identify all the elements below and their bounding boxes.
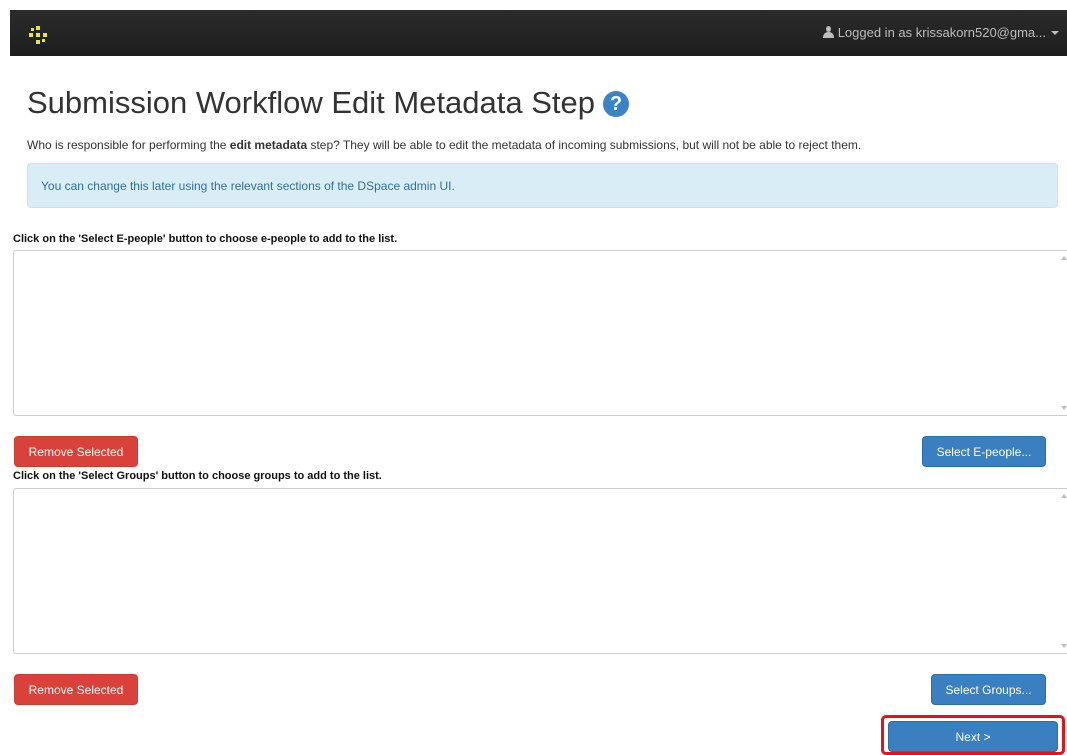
description-suffix: step? They will be able to edit the meta…	[307, 138, 862, 152]
epeople-listbox[interactable]	[13, 250, 1067, 416]
page-description: Who is responsible for performing the ed…	[27, 138, 861, 152]
epeople-scrollbar[interactable]	[1059, 251, 1067, 415]
description-bold: edit metadata	[229, 138, 308, 152]
top-navbar: Logged in as krissakorn520@gma...	[10, 10, 1067, 56]
page-title: Submission Workflow Edit Metadata Step?	[27, 85, 630, 121]
select-epeople-button[interactable]: Select E-people...	[922, 436, 1046, 467]
dspace-logo-icon[interactable]	[29, 26, 47, 44]
user-icon	[822, 26, 834, 38]
next-button[interactable]: Next >	[888, 721, 1058, 752]
caret-down-icon	[1051, 31, 1059, 35]
epeople-instruction: Click on the 'Select E-people' button to…	[13, 233, 398, 245]
groups-listbox[interactable]	[13, 488, 1067, 654]
groups-instruction: Click on the 'Select Groups' button to c…	[13, 470, 382, 482]
groups-scrollbar[interactable]	[1059, 489, 1067, 653]
page-title-text: Submission Workflow Edit Metadata Step	[27, 85, 596, 120]
scroll-down-icon[interactable]	[1061, 406, 1067, 410]
epeople-remove-selected-button[interactable]: Remove Selected	[14, 436, 138, 467]
info-alert-text: You can change this later using the rele…	[41, 179, 455, 193]
help-icon[interactable]: ?	[603, 91, 630, 117]
user-menu[interactable]: Logged in as krissakorn520@gma...	[822, 25, 1059, 40]
select-groups-button[interactable]: Select Groups...	[931, 674, 1046, 705]
description-prefix: Who is responsible for performing the	[27, 138, 230, 152]
scroll-up-icon[interactable]	[1061, 256, 1067, 260]
scroll-down-icon[interactable]	[1061, 644, 1067, 648]
info-alert: You can change this later using the rele…	[27, 163, 1058, 208]
groups-remove-selected-button[interactable]: Remove Selected	[14, 674, 138, 705]
user-label: Logged in as krissakorn520@gma...	[837, 25, 1046, 40]
scroll-up-icon[interactable]	[1061, 494, 1067, 498]
